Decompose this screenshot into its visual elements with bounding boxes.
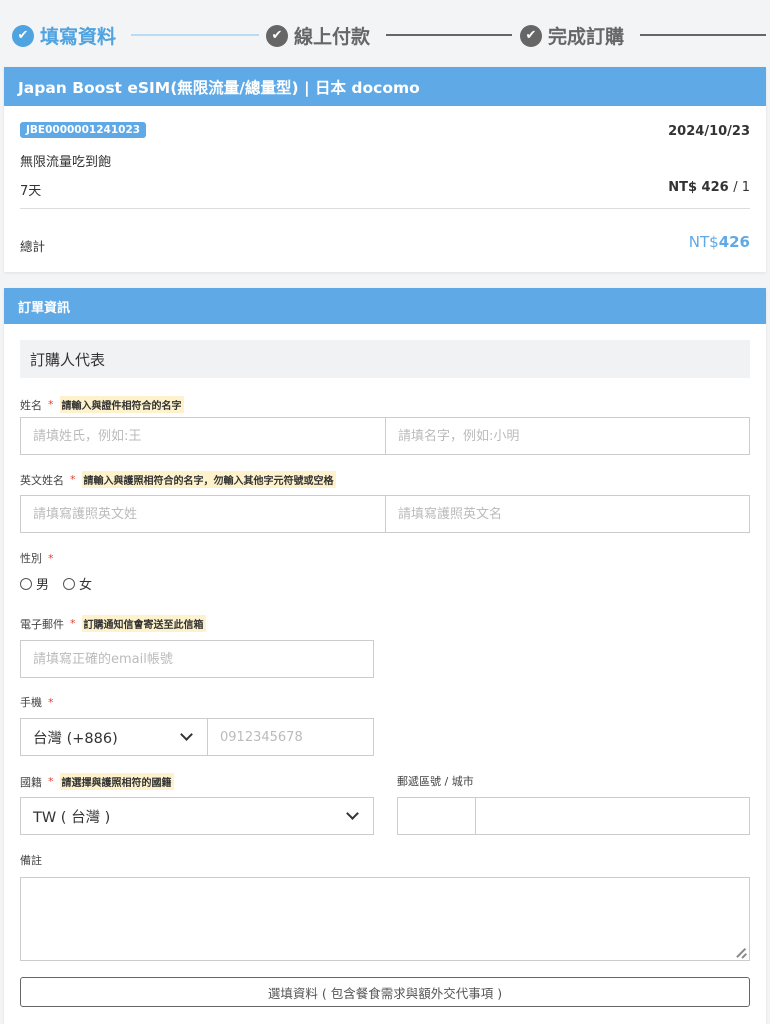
required-mark: * <box>70 617 76 630</box>
postal-label: 郵遞區號 / 城市 <box>397 775 474 788</box>
country-code-value: 台灣 (+886) <box>33 730 118 747</box>
check-circle-icon: ✔ <box>520 24 542 47</box>
radio-circle-icon[interactable] <box>20 577 32 590</box>
english-name-label-row: 英文姓名 * 請輸入與護照相符合的名字，勿輸入其他字元符號或空格 <box>20 471 336 488</box>
notes-label-row: 備註 <box>20 852 42 868</box>
step-online-payment: ✔ 線上付款 <box>266 22 370 49</box>
order-code-badge: JBE0000001241023 <box>20 122 147 138</box>
required-mark: * <box>48 775 54 788</box>
step-connector <box>131 34 259 36</box>
quantity-value: / 1 <box>733 180 750 195</box>
product-summary-card: Japan Boost eSIM(無限流量/總量型) | 日本 docomo J… <box>4 67 766 272</box>
divider <box>20 208 750 209</box>
nationality-value: TW ( 台灣 ) <box>33 809 111 826</box>
check-circle-icon: ✔ <box>12 24 34 47</box>
english-last-name-input[interactable] <box>20 495 386 533</box>
phone-label: 手機 <box>20 696 42 709</box>
total-value: 426 <box>718 233 750 251</box>
product-title: Japan Boost eSIM(無限流量/總量型) | 日本 docomo <box>4 67 766 106</box>
gender-male-radio[interactable]: 男 <box>20 574 49 593</box>
nationality-select[interactable]: TW ( 台灣 ) <box>20 797 374 835</box>
step-fill-info: ✔ 填寫資料 <box>12 22 116 49</box>
unit-price: NT$ 426 / 1 <box>668 180 750 195</box>
email-label-row: 電子郵件 * 訂購通知信會寄送至此信箱 <box>20 615 206 632</box>
city-input[interactable] <box>475 797 750 835</box>
order-info-card: 訂單資訊 訂購人代表 姓名 * 請輸入與證件相符合的名字 英文姓名 * 請輸入與… <box>4 288 766 1024</box>
notes-label: 備註 <box>20 854 42 867</box>
section-title: 訂購人代表 <box>20 340 750 378</box>
gender-option-label: 女 <box>79 578 93 593</box>
step-label: 完成訂購 <box>548 26 625 48</box>
last-name-input[interactable] <box>20 417 386 455</box>
step-complete-order: ✔ 完成訂購 <box>520 22 624 49</box>
nationality-label: 國籍 <box>20 775 42 789</box>
name-label: 姓名 <box>20 398 42 412</box>
radio-circle-icon[interactable] <box>63 577 76 590</box>
step-label: 填寫資料 <box>40 26 117 48</box>
email-hint: 訂購通知信會寄送至此信箱 <box>81 615 206 632</box>
phone-label-row: 手機 * <box>20 694 54 710</box>
resize-handle-icon[interactable] <box>736 947 746 957</box>
required-mark: * <box>48 695 54 709</box>
step-label: 線上付款 <box>294 26 371 48</box>
check-circle-icon: ✔ <box>266 24 288 47</box>
nationality-hint: 請選擇與護照相符的國籍 <box>59 773 174 790</box>
phone-input[interactable] <box>207 718 374 756</box>
plan-days: 7天 <box>20 184 42 199</box>
email-label: 電子郵件 <box>20 617 64 631</box>
nationality-label-row: 國籍 * 請選擇與護照相符的國籍 <box>20 773 174 790</box>
price-value: NT$ 426 <box>668 180 729 195</box>
notes-textarea[interactable] <box>20 877 750 961</box>
required-mark: * <box>48 551 54 565</box>
country-code-select[interactable]: 台灣 (+886) <box>20 718 208 756</box>
plan-name: 無限流量吃到飽 <box>20 155 112 170</box>
postal-label-row: 郵遞區號 / 城市 <box>397 773 474 789</box>
postal-code-input[interactable] <box>397 797 476 835</box>
gender-label: 性別 <box>20 552 42 565</box>
gender-option-label: 男 <box>36 578 50 593</box>
gender-label-row: 性別 * <box>20 550 54 566</box>
gender-female-radio[interactable]: 女 <box>63 574 92 593</box>
english-name-hint: 請輸入與護照相符合的名字，勿輸入其他字元符號或空格 <box>81 471 336 488</box>
total-currency: NT$ <box>688 233 719 251</box>
name-label-row: 姓名 * 請輸入與證件相符合的名字 <box>20 396 184 413</box>
gender-radio-group: 男 女 <box>20 574 92 593</box>
checkout-stepper: ✔ 填寫資料 ✔ 線上付款 ✔ 完成訂購 <box>0 0 770 68</box>
required-mark: * <box>48 398 54 411</box>
english-first-name-input[interactable] <box>385 495 750 533</box>
english-name-label: 英文姓名 <box>20 473 64 487</box>
step-connector <box>640 34 766 36</box>
order-info-header: 訂單資訊 <box>4 288 766 324</box>
chevron-down-icon <box>180 728 193 741</box>
optional-info-button[interactable]: 選填資料 ( 包含餐食需求與額外交代事項 ) <box>20 977 750 1007</box>
required-mark: * <box>70 473 76 486</box>
email-input[interactable] <box>20 640 374 678</box>
first-name-input[interactable] <box>385 417 750 455</box>
name-hint: 請輸入與證件相符合的名字 <box>59 396 184 413</box>
chevron-down-icon <box>346 807 359 820</box>
travel-date: 2024/10/23 <box>668 124 750 139</box>
total-label: 總計 <box>20 239 46 254</box>
total-amount: NT$426 <box>689 233 750 251</box>
step-connector <box>386 34 512 36</box>
